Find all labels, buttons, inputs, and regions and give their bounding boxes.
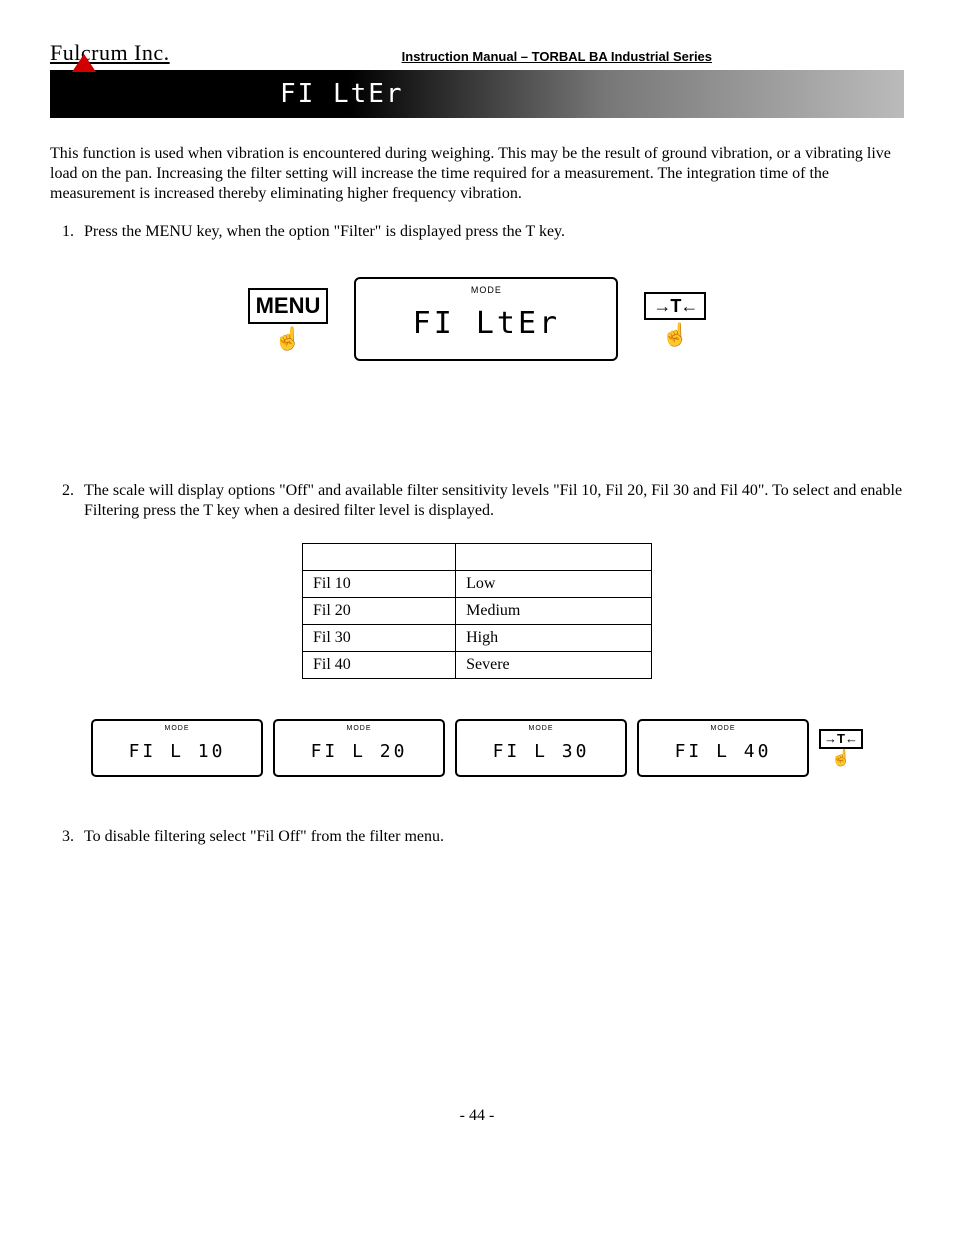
manual-title: Instruction Manual – TORBAL BA Industria… [210, 49, 904, 66]
lcd-fil10: MODE FI L 10 [91, 719, 263, 777]
triangle-icon [72, 54, 96, 72]
banner-title: FI LtEr [280, 79, 404, 109]
mode-label: MODE [165, 725, 190, 734]
lcd-fil40: MODE FI L 40 [637, 719, 809, 777]
table-row: Fil 10 Low [303, 571, 652, 598]
company-name: Fulcrum Inc. [50, 40, 170, 66]
cell-fil: Fil 10 [303, 571, 456, 598]
banner-bar: FI LtEr [50, 70, 904, 118]
step-1: Press the MENU key, when the option "Fil… [78, 222, 904, 242]
mode-label: MODE [471, 285, 502, 296]
lcd-text: FI L 40 [675, 741, 772, 764]
content-body: This function is used when vibration is … [50, 144, 904, 847]
step-list-3: To disable filtering select "Fil Off" fr… [50, 827, 904, 847]
page-number: - 44 - [50, 1107, 904, 1125]
cell-level: Low [456, 571, 652, 598]
step-3: To disable filtering select "Fil Off" fr… [78, 827, 904, 847]
filter-level-table: Fil 10 Low Fil 20 Medium Fil 30 High Fil… [302, 543, 652, 679]
menu-key-press: MENU ☝ [248, 288, 329, 350]
mode-label: MODE [347, 725, 372, 734]
lcd-fil20: MODE FI L 20 [273, 719, 445, 777]
lcd-text: FI L 10 [129, 741, 226, 764]
table-row [303, 544, 652, 571]
lcd-text: FI L 30 [493, 741, 590, 764]
hand-icon: ☝ [831, 751, 851, 767]
page-header: Fulcrum Inc. Instruction Manual – TORBAL… [50, 40, 904, 66]
figure-2: MODE FI L 10 MODE FI L 20 MODE FI L 30 M… [50, 719, 904, 777]
table-row: Fil 40 Severe [303, 652, 652, 679]
hand-icon: ☝ [662, 324, 689, 346]
t-key-icon: →T← [644, 292, 706, 321]
mode-label: MODE [529, 725, 554, 734]
table-row: Fil 20 Medium [303, 598, 652, 625]
table-row: Fil 30 High [303, 625, 652, 652]
hand-icon: ☝ [274, 328, 301, 350]
mode-label: MODE [711, 725, 736, 734]
step-list-2: The scale will display options "Off" and… [50, 481, 904, 521]
cell-fil: Fil 20 [303, 598, 456, 625]
step-2: The scale will display options "Off" and… [78, 481, 904, 521]
lcd-text: FI LtEr [413, 305, 560, 343]
cell-fil: Fil 30 [303, 625, 456, 652]
lcd-fil30: MODE FI L 30 [455, 719, 627, 777]
lcd-display-filter: MODE FI LtEr [354, 277, 618, 361]
section-banner: FI LtEr [50, 70, 904, 118]
t-key-press-small: →T← ☝ [819, 729, 863, 767]
cell-level: High [456, 625, 652, 652]
menu-key-icon: MENU [248, 288, 329, 324]
figure-1: MENU ☝ MODE FI LtEr →T← ☝ [50, 277, 904, 361]
t-key-icon: →T← [819, 729, 863, 749]
cell-fil: Fil 40 [303, 652, 456, 679]
cell-level: Severe [456, 652, 652, 679]
cell-level: Medium [456, 598, 652, 625]
t-key-press: →T← ☝ [644, 292, 706, 347]
lcd-text: FI L 20 [311, 741, 408, 764]
intro-paragraph: This function is used when vibration is … [50, 144, 904, 204]
step-list: Press the MENU key, when the option "Fil… [50, 222, 904, 242]
